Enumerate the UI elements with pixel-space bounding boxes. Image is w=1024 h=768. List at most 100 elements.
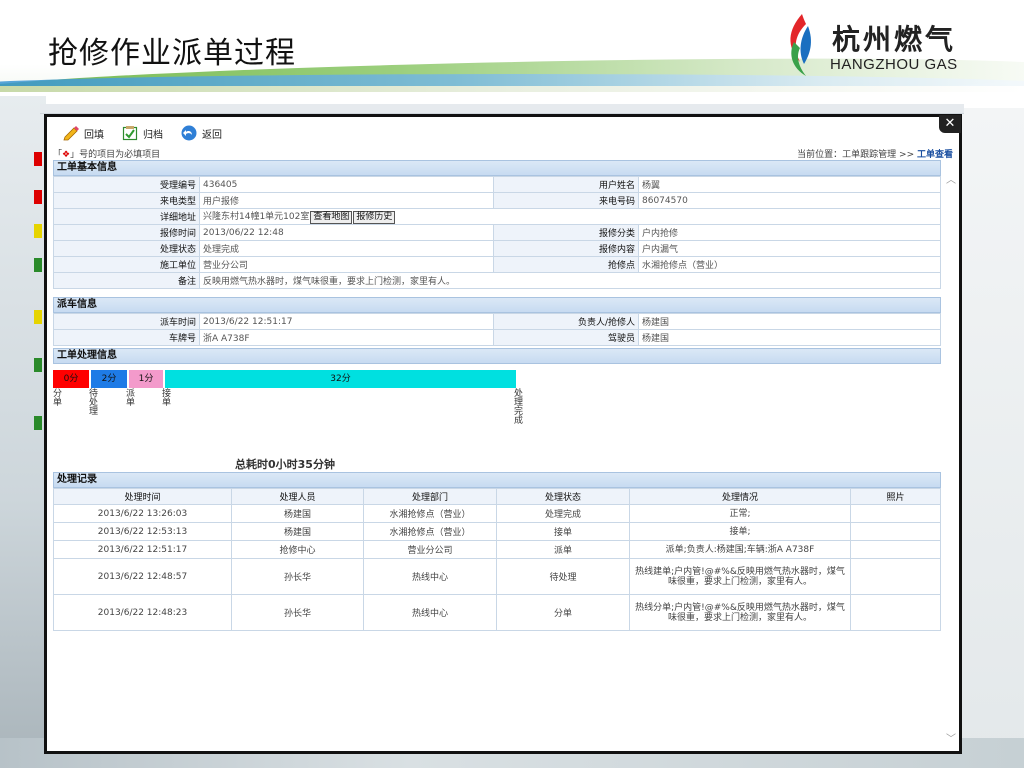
field-label: 来电类型 xyxy=(53,192,200,209)
cell-person: 杨建国 xyxy=(231,522,364,541)
repair-category-value: 户内抢修 xyxy=(638,224,941,241)
cell-detail: 热线建单;户内管!@#%&反映用燃气热水器时，煤气味很重，要求上门检测，家里有人… xyxy=(629,558,851,595)
table-row: 2013/6/22 12:53:13 杨建国 水湘抢修点（营业） 接单 接单; xyxy=(53,522,941,541)
dispatch-info-table: 派车时间 2013/6/22 12:51:17 负责人/抢修人 杨建国 车牌号 … xyxy=(53,313,941,346)
vertical-scrollbar[interactable]: ︿ ﹀ xyxy=(945,165,957,749)
cell-detail: 派单;负责人:杨建国;车辆:浙A A738F xyxy=(629,540,851,559)
fill-back-button[interactable]: 回填 xyxy=(63,123,104,143)
field-label: 施工单位 xyxy=(53,256,200,273)
bg-marker xyxy=(34,258,42,272)
bg-marker xyxy=(34,416,42,430)
cell-detail: 正常; xyxy=(629,504,851,523)
cell-person: 孙长华 xyxy=(231,594,364,631)
cell-photo xyxy=(850,504,941,523)
cell-person: 杨建国 xyxy=(231,504,364,523)
note-suffix: 」号的项目为必填项目 xyxy=(70,150,161,160)
scroll-down-icon[interactable]: ﹀ xyxy=(946,730,956,745)
stage-label: 待处理 xyxy=(89,389,99,417)
cell-status: 接单 xyxy=(496,522,630,541)
segment-label: 32分 xyxy=(330,374,351,384)
timeline-segment-accept: 32分 xyxy=(165,370,516,388)
bg-marker xyxy=(34,224,42,238)
back-arrow-icon xyxy=(181,125,197,141)
status-value: 处理完成 xyxy=(199,240,494,257)
column-header: 照片 xyxy=(850,488,941,505)
repair-point-value: 水湘抢修点（营业） xyxy=(638,256,941,273)
driver-value: 杨建国 xyxy=(638,329,941,346)
repair-content-value: 户内漏气 xyxy=(638,240,941,257)
cell-department: 水湘抢修点（营业） xyxy=(363,522,497,541)
call-type-value: 用户报修 xyxy=(199,192,494,209)
field-label: 受理编号 xyxy=(53,176,200,193)
address-cell: 兴隆东村14幢1单元102室 查看地图 报修历史 xyxy=(199,208,941,225)
bg-marker xyxy=(34,358,42,372)
user-name-value: 杨翼 xyxy=(638,176,941,193)
dispatch-time-value: 2013/6/22 12:51:17 xyxy=(199,313,494,330)
fill-back-label: 回填 xyxy=(84,129,104,141)
bg-marker xyxy=(34,190,42,204)
stage-label: 分单 xyxy=(53,389,63,408)
column-header: 处理部门 xyxy=(363,488,497,505)
background-app-toolbar xyxy=(40,104,964,114)
scroll-up-icon[interactable]: ︿ xyxy=(946,171,956,186)
cell-status: 派单 xyxy=(496,540,630,559)
table-row: 2013/6/22 12:48:57 孙长华 热线中心 待处理 热线建单;户内管… xyxy=(53,558,941,595)
field-label: 派车时间 xyxy=(53,313,200,330)
table-row: 2013/6/22 13:26:03 杨建国 水湘抢修点（营业） 处理完成 正常… xyxy=(53,504,941,523)
table-row: 2013/6/22 12:48:23 孙长华 热线中心 分单 热线分单;户内管!… xyxy=(53,594,941,631)
cell-time: 2013/6/22 12:53:13 xyxy=(53,522,232,541)
close-button[interactable]: ✕ xyxy=(939,115,961,133)
cell-photo xyxy=(850,522,941,541)
cell-person: 孙长华 xyxy=(231,558,364,595)
cell-department: 热线中心 xyxy=(363,594,497,631)
cell-status: 分单 xyxy=(496,594,630,631)
bg-marker xyxy=(34,310,42,324)
column-header: 处理时间 xyxy=(53,488,232,505)
pencil-icon xyxy=(63,126,79,141)
segment-label: 2分 xyxy=(101,374,117,384)
section-dispatch-info: 派车信息 xyxy=(53,297,941,313)
records-table: 处理时间 处理人员 处理部门 处理状态 处理情况 照片 2013/6/22 13… xyxy=(53,488,941,631)
cell-person: 抢修中心 xyxy=(231,540,364,559)
repair-time-value: 2013/06/22 12:48 xyxy=(199,224,494,241)
slide-title: 抢修作业派单过程 xyxy=(48,36,296,71)
cell-detail: 热线分单;户内管!@#%&反映用燃气热水器时，煤气味很重，要求上门检测，家里有人… xyxy=(629,594,851,631)
field-label: 报修内容 xyxy=(493,240,639,257)
cell-status: 待处理 xyxy=(496,558,630,595)
logo-text-en: HANGZHOU GAS xyxy=(830,56,958,73)
cell-department: 热线中心 xyxy=(363,558,497,595)
cell-time: 2013/6/22 13:26:03 xyxy=(53,504,232,523)
required-note: 「❖」号的项目为必填项目 当前位置：工单跟踪管理 >> 工单查看 xyxy=(53,147,953,160)
repair-history-button[interactable]: 报修历史 xyxy=(353,211,396,224)
process-timeline: 0分 2分 1分 32分 分单 待处理 派单 接单 处理完成 xyxy=(53,364,941,454)
archive-label: 归档 xyxy=(143,129,163,141)
view-map-button[interactable]: 查看地图 xyxy=(310,211,353,224)
cell-department: 营业分公司 xyxy=(363,540,497,559)
unit-value: 营业分公司 xyxy=(199,256,494,273)
segment-label: 0分 xyxy=(63,374,79,384)
field-label: 抢修点 xyxy=(493,256,639,273)
breadcrumb-current[interactable]: 工单查看 xyxy=(917,150,953,160)
table-row: 2013/6/22 12:51:17 抢修中心 营业分公司 派单 派单;负责人:… xyxy=(53,540,941,559)
column-header: 处理状态 xyxy=(496,488,630,505)
timeline-segment-pending: 2分 xyxy=(91,370,127,388)
plate-value: 浙A A738F xyxy=(199,329,494,346)
return-button[interactable]: 返回 xyxy=(181,123,222,143)
section-basic-info: 工单基本信息 xyxy=(53,160,941,176)
field-label: 用户姓名 xyxy=(493,176,639,193)
field-label: 处理状态 xyxy=(53,240,200,257)
section-process-info: 工单处理信息 xyxy=(53,348,941,364)
stage-label: 处理完成 xyxy=(514,389,524,426)
call-no-value: 86074570 xyxy=(638,192,941,209)
checklist-icon xyxy=(122,126,138,141)
field-label: 备注 xyxy=(53,272,200,289)
field-label: 驾驶员 xyxy=(493,329,639,346)
header-swoosh-line xyxy=(0,86,1024,92)
modal-content: 工单基本信息 受理编号 436405 用户姓名 杨翼 来电类型 用户报修 来电号… xyxy=(53,160,941,631)
field-label: 来电号码 xyxy=(493,192,639,209)
archive-button[interactable]: 归档 xyxy=(122,123,163,143)
records-header-row: 处理时间 处理人员 处理部门 处理状态 处理情况 照片 xyxy=(53,488,941,505)
cell-time: 2013/6/22 12:48:23 xyxy=(53,594,232,631)
cell-status: 处理完成 xyxy=(496,504,630,523)
bg-marker xyxy=(34,152,42,166)
